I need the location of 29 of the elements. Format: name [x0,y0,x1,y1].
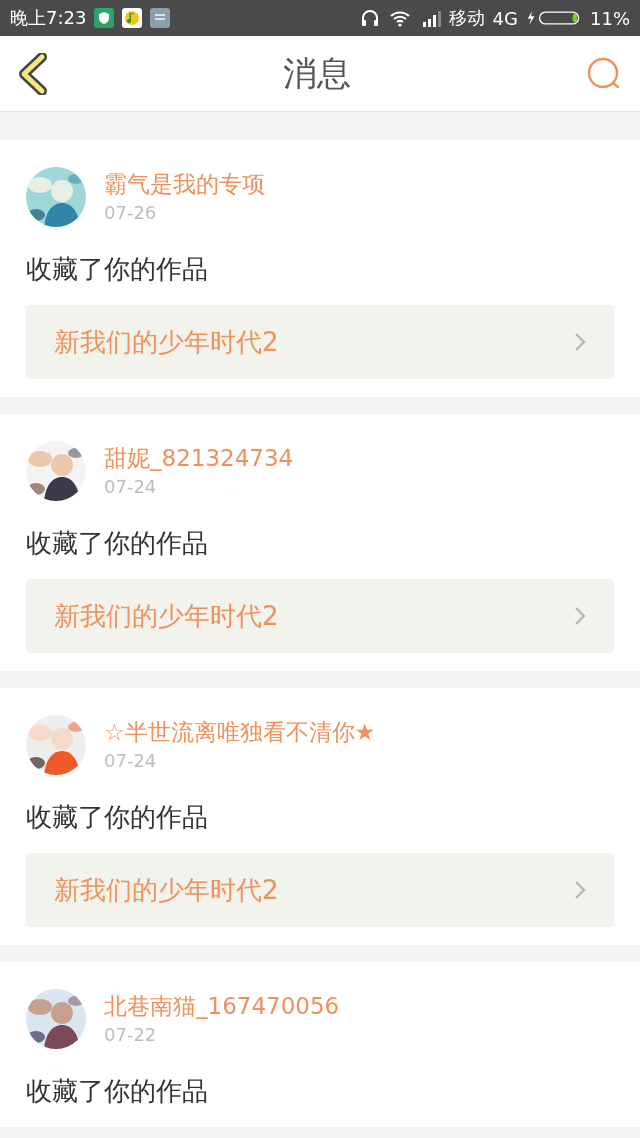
chevron-right-icon [574,880,586,900]
chevron-right-icon [574,606,586,626]
message-text: 收藏了你的作品 [26,801,209,834]
user-name[interactable]: 霸气是我的专项 [104,170,265,198]
document-icon [150,8,171,28]
user-name[interactable]: 北巷南猫_167470056 [104,992,340,1020]
battery-percent: 11% [590,7,630,29]
message-date: 07-24 [104,750,158,772]
work-link[interactable]: 新我们的少年时代2 [26,305,614,379]
chevron-right-icon [574,332,586,352]
message-text: 收藏了你的作品 [26,1075,209,1108]
message-text: 收藏了你的作品 [26,527,209,560]
user-name[interactable]: 甜妮_821324734 [104,444,294,472]
work-link[interactable]: 新我们的少年时代2 [26,853,614,927]
page-title: 消息 [283,51,351,95]
shield-icon [94,8,115,28]
wifi-icon [388,8,411,28]
music-note-icon [122,8,143,28]
back-chevron-icon[interactable] [18,52,48,95]
battery-charging-icon [526,9,582,27]
network-label: 4G [492,7,518,29]
status-time: 晚上7:23 [10,6,87,30]
work-link[interactable]: 新我们的少年时代2 [26,579,614,653]
message-date: 07-26 [104,202,158,224]
message-text: 收藏了你的作品 [26,253,209,286]
carrier-label: 移动 [448,6,485,30]
user-name[interactable]: ☆半世流离唯独看不清你★ [104,718,376,746]
message-date: 07-22 [104,1024,158,1046]
message-date: 07-24 [104,476,158,498]
